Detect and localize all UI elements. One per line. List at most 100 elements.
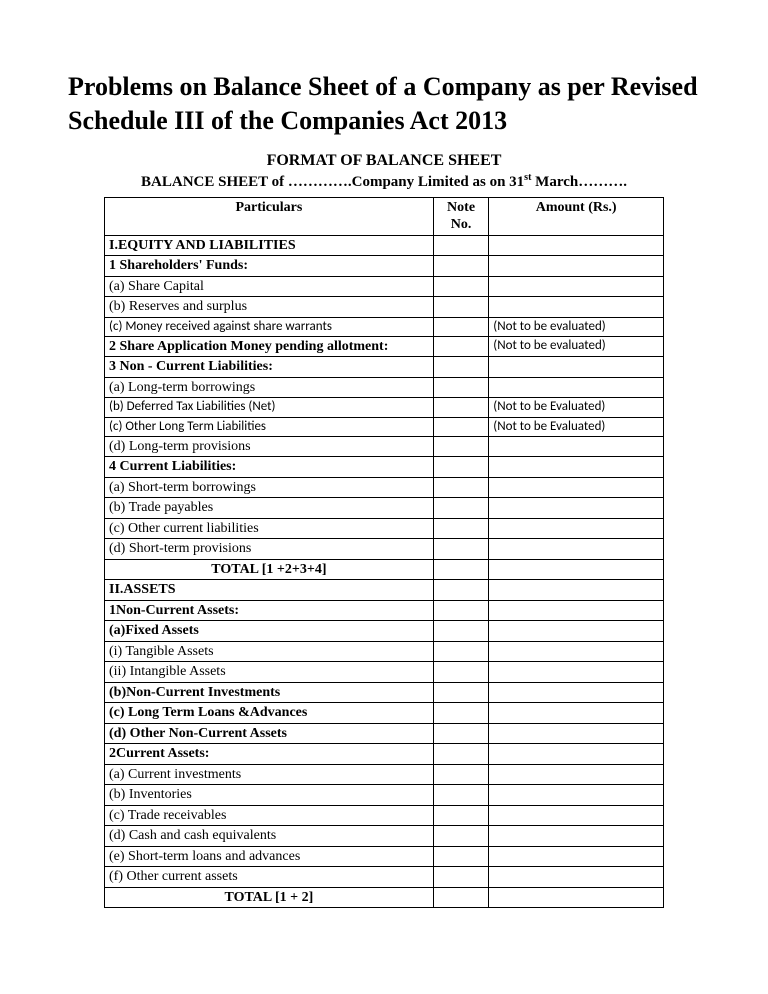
cell-particulars: 1 Shareholders' Funds: <box>105 256 434 277</box>
cell-note <box>433 539 488 560</box>
cell-amount <box>489 276 664 297</box>
table-row: (c) Long Term Loans &Advances <box>105 703 664 724</box>
cell-particulars: 2Current Assets: <box>105 744 434 765</box>
cell-particulars: (c) Money received against share warrant… <box>105 317 434 336</box>
table-row: (c) Trade receivables <box>105 805 664 826</box>
cell-particulars: (c) Other Long Term Liabilities <box>105 417 434 436</box>
cell-amount <box>489 518 664 539</box>
cell-particulars: TOTAL [1 + 2] <box>105 887 434 908</box>
table-row: (b) Deferred Tax Liabilities (Net)(Not t… <box>105 398 664 417</box>
cell-particulars: (d) Other Non-Current Assets <box>105 723 434 744</box>
cell-particulars: (d) Long-term provisions <box>105 436 434 457</box>
cell-amount <box>489 641 664 662</box>
cell-amount <box>489 703 664 724</box>
cell-amount <box>489 887 664 908</box>
cell-amount <box>489 785 664 806</box>
cell-note <box>433 723 488 744</box>
table-row: (b) Inventories <box>105 785 664 806</box>
cell-note <box>433 703 488 724</box>
cell-particulars: 2 Share Application Money pending allotm… <box>105 336 434 357</box>
cell-amount <box>489 457 664 478</box>
cell-note <box>433 398 488 417</box>
table-row: I.EQUITY AND LIABILITIES <box>105 235 664 256</box>
cell-amount <box>489 662 664 683</box>
cell-note <box>433 297 488 318</box>
table-row: (b) Reserves and surplus <box>105 297 664 318</box>
table-header-row: Particulars Note No. Amount (Rs.) <box>105 197 664 235</box>
cell-particulars: (c) Long Term Loans &Advances <box>105 703 434 724</box>
sheetline-post: March………. <box>531 174 627 190</box>
table-row: (a) Long-term borrowings <box>105 377 664 398</box>
cell-amount: (Not to be evaluated) <box>489 317 664 336</box>
cell-note <box>433 805 488 826</box>
cell-particulars: I.EQUITY AND LIABILITIES <box>105 235 434 256</box>
cell-note <box>433 235 488 256</box>
cell-note <box>433 417 488 436</box>
cell-amount <box>489 744 664 765</box>
cell-amount: (Not to be Evaluated) <box>489 398 664 417</box>
cell-particulars: (c) Other current liabilities <box>105 518 434 539</box>
table-row: II.ASSETS <box>105 580 664 601</box>
cell-particulars: II.ASSETS <box>105 580 434 601</box>
cell-note <box>433 336 488 357</box>
cell-note <box>433 641 488 662</box>
cell-particulars: (a) Share Capital <box>105 276 434 297</box>
cell-particulars: 4 Current Liabilities: <box>105 457 434 478</box>
cell-amount <box>489 539 664 560</box>
sheet-line: BALANCE SHEET of ………….Company Limited as… <box>68 172 700 191</box>
cell-note <box>433 580 488 601</box>
page-title: Problems on Balance Sheet of a Company a… <box>68 70 700 138</box>
cell-particulars: (d) Cash and cash equivalents <box>105 826 434 847</box>
table-row: (a) Short-term borrowings <box>105 477 664 498</box>
table-row: (d) Cash and cash equivalents <box>105 826 664 847</box>
table-row: (d) Long-term provisions <box>105 436 664 457</box>
cell-amount <box>489 498 664 519</box>
cell-amount <box>489 867 664 888</box>
col-note: Note No. <box>433 197 488 235</box>
cell-amount <box>489 235 664 256</box>
table-row: (f) Other current assets <box>105 867 664 888</box>
table-row: (d) Short-term provisions <box>105 539 664 560</box>
cell-amount <box>489 559 664 580</box>
cell-note <box>433 846 488 867</box>
table-row: 4 Current Liabilities: <box>105 457 664 478</box>
cell-amount <box>489 600 664 621</box>
col-particulars: Particulars <box>105 197 434 235</box>
cell-amount <box>489 682 664 703</box>
table-row: (a) Current investments <box>105 764 664 785</box>
table-row: (b)Non-Current Investments <box>105 682 664 703</box>
cell-amount <box>489 357 664 378</box>
table-row: 1 Shareholders' Funds: <box>105 256 664 277</box>
cell-amount <box>489 436 664 457</box>
table-row: (ii) Intangible Assets <box>105 662 664 683</box>
table-row: TOTAL [1 + 2] <box>105 887 664 908</box>
cell-note <box>433 744 488 765</box>
table-row: (c) Other current liabilities <box>105 518 664 539</box>
cell-particulars: (ii) Intangible Assets <box>105 662 434 683</box>
table-row: TOTAL [1 +2+3+4] <box>105 559 664 580</box>
cell-note <box>433 357 488 378</box>
cell-particulars: 1Non-Current Assets: <box>105 600 434 621</box>
cell-particulars: (a) Short-term borrowings <box>105 477 434 498</box>
cell-note <box>433 457 488 478</box>
table-row: (a) Share Capital <box>105 276 664 297</box>
cell-note <box>433 600 488 621</box>
cell-amount <box>489 377 664 398</box>
cell-amount <box>489 297 664 318</box>
cell-amount <box>489 805 664 826</box>
cell-particulars: (e) Short-term loans and advances <box>105 846 434 867</box>
cell-note <box>433 867 488 888</box>
cell-note <box>433 785 488 806</box>
cell-amount <box>489 826 664 847</box>
cell-particulars: (b) Inventories <box>105 785 434 806</box>
cell-particulars: (b)Non-Current Investments <box>105 682 434 703</box>
sheetline-pre: BALANCE SHEET of ………….Company Limited as… <box>141 174 524 190</box>
table-row: (c) Other Long Term Liabilities (Not to b… <box>105 417 664 436</box>
cell-note <box>433 518 488 539</box>
cell-particulars: (d) Short-term provisions <box>105 539 434 560</box>
cell-particulars: TOTAL [1 +2+3+4] <box>105 559 434 580</box>
table-row: 2 Share Application Money pending allotm… <box>105 336 664 357</box>
table-row: (e) Short-term loans and advances <box>105 846 664 867</box>
col-amount: Amount (Rs.) <box>489 197 664 235</box>
cell-amount: (Not to be Evaluated) <box>489 417 664 436</box>
